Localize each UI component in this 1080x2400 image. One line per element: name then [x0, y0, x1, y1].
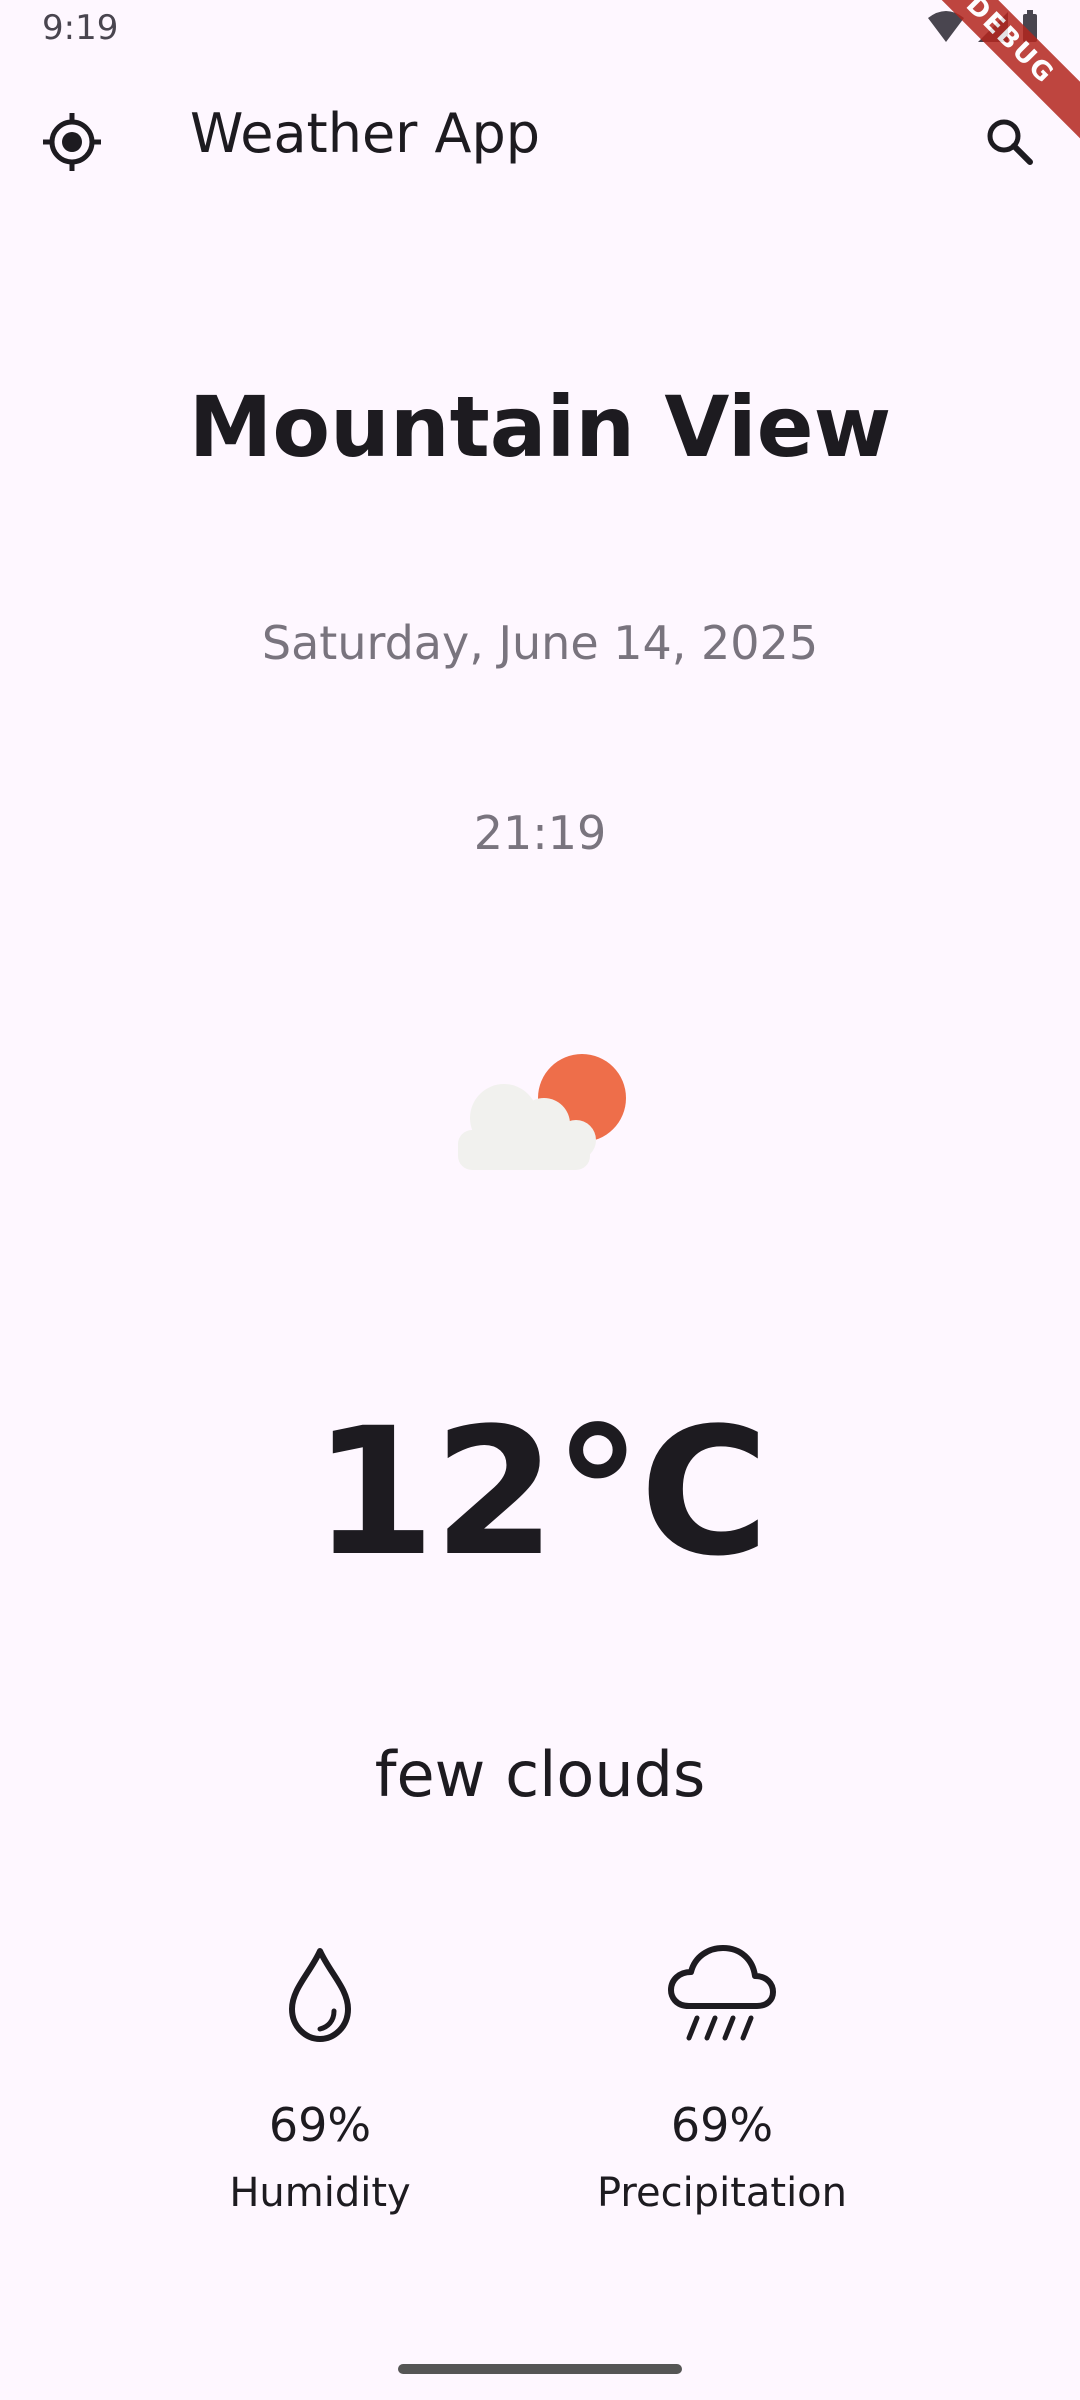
water-drop-icon	[289, 1948, 351, 2042]
status-bar: 9:19 DEBUG	[0, 0, 1080, 161]
status-time: 9:19	[42, 8, 119, 48]
local-time: 21:19	[473, 806, 607, 860]
stat-icon-container	[552, 1940, 892, 2050]
humidity-label: Humidity	[229, 2170, 411, 2216]
humidity-stat: 69% Humidity	[150, 1940, 490, 2216]
city-name: Mountain View	[188, 378, 892, 476]
temperature: 12°C	[312, 1390, 769, 1595]
app-title: Weather App	[190, 102, 541, 165]
precipitation-value: 69%	[670, 2098, 774, 2152]
locate-button[interactable]	[30, 100, 114, 184]
search-button[interactable]	[968, 100, 1052, 184]
date-text: Saturday, June 14, 2025	[261, 616, 819, 670]
weather-condition: few clouds	[374, 1738, 706, 1811]
gesture-navigation-bar[interactable]	[398, 2364, 682, 2374]
precipitation-stat: 69% Precipitation	[552, 1940, 892, 2216]
gps-fixed-icon	[43, 113, 101, 171]
app-bar: Weather App	[0, 70, 1080, 200]
humidity-value: 69%	[268, 2098, 372, 2152]
partly-cloudy-icon	[458, 1054, 626, 1170]
rain-cloud-icon	[668, 1945, 776, 2041]
search-icon	[987, 119, 1033, 165]
precipitation-label: Precipitation	[596, 2170, 848, 2216]
stat-icon-container	[150, 1940, 490, 2050]
